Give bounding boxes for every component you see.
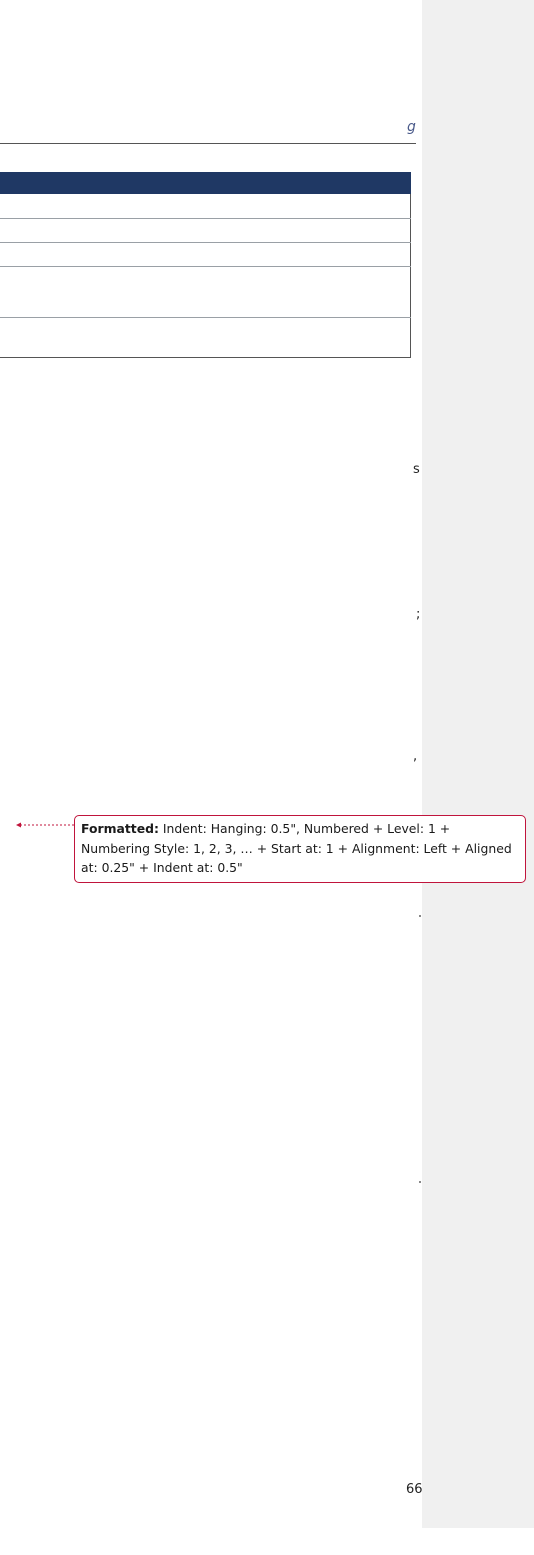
text-mark	[419, 1181, 421, 1183]
markup-pane	[422, 0, 534, 1528]
table-row-divider	[0, 218, 411, 219]
page-number-fragment: 66	[406, 1482, 422, 1497]
bottom-strip	[0, 1528, 534, 1555]
heading-underline	[0, 143, 416, 144]
table-header-row	[0, 172, 411, 194]
revision-connector-line	[16, 822, 74, 828]
text-fragment: ;	[416, 607, 421, 622]
revision-label: Formatted:	[81, 821, 159, 836]
document-page[interactable]: g s ; , 66	[0, 0, 422, 1555]
table-row-divider	[0, 266, 411, 267]
table-row-divider	[0, 242, 411, 243]
word-document-view: g s ; , 66 Formatted: Indent: Hanging: 0…	[0, 0, 534, 1555]
text-fragment: s	[413, 462, 420, 477]
table-row-divider	[0, 317, 411, 318]
text-mark	[419, 915, 421, 917]
heading-fragment: g	[407, 119, 416, 135]
text-fragment: ,	[413, 749, 418, 764]
table-body	[0, 194, 411, 358]
revision-balloon[interactable]: Formatted: Indent: Hanging: 0.5", Number…	[74, 815, 526, 883]
